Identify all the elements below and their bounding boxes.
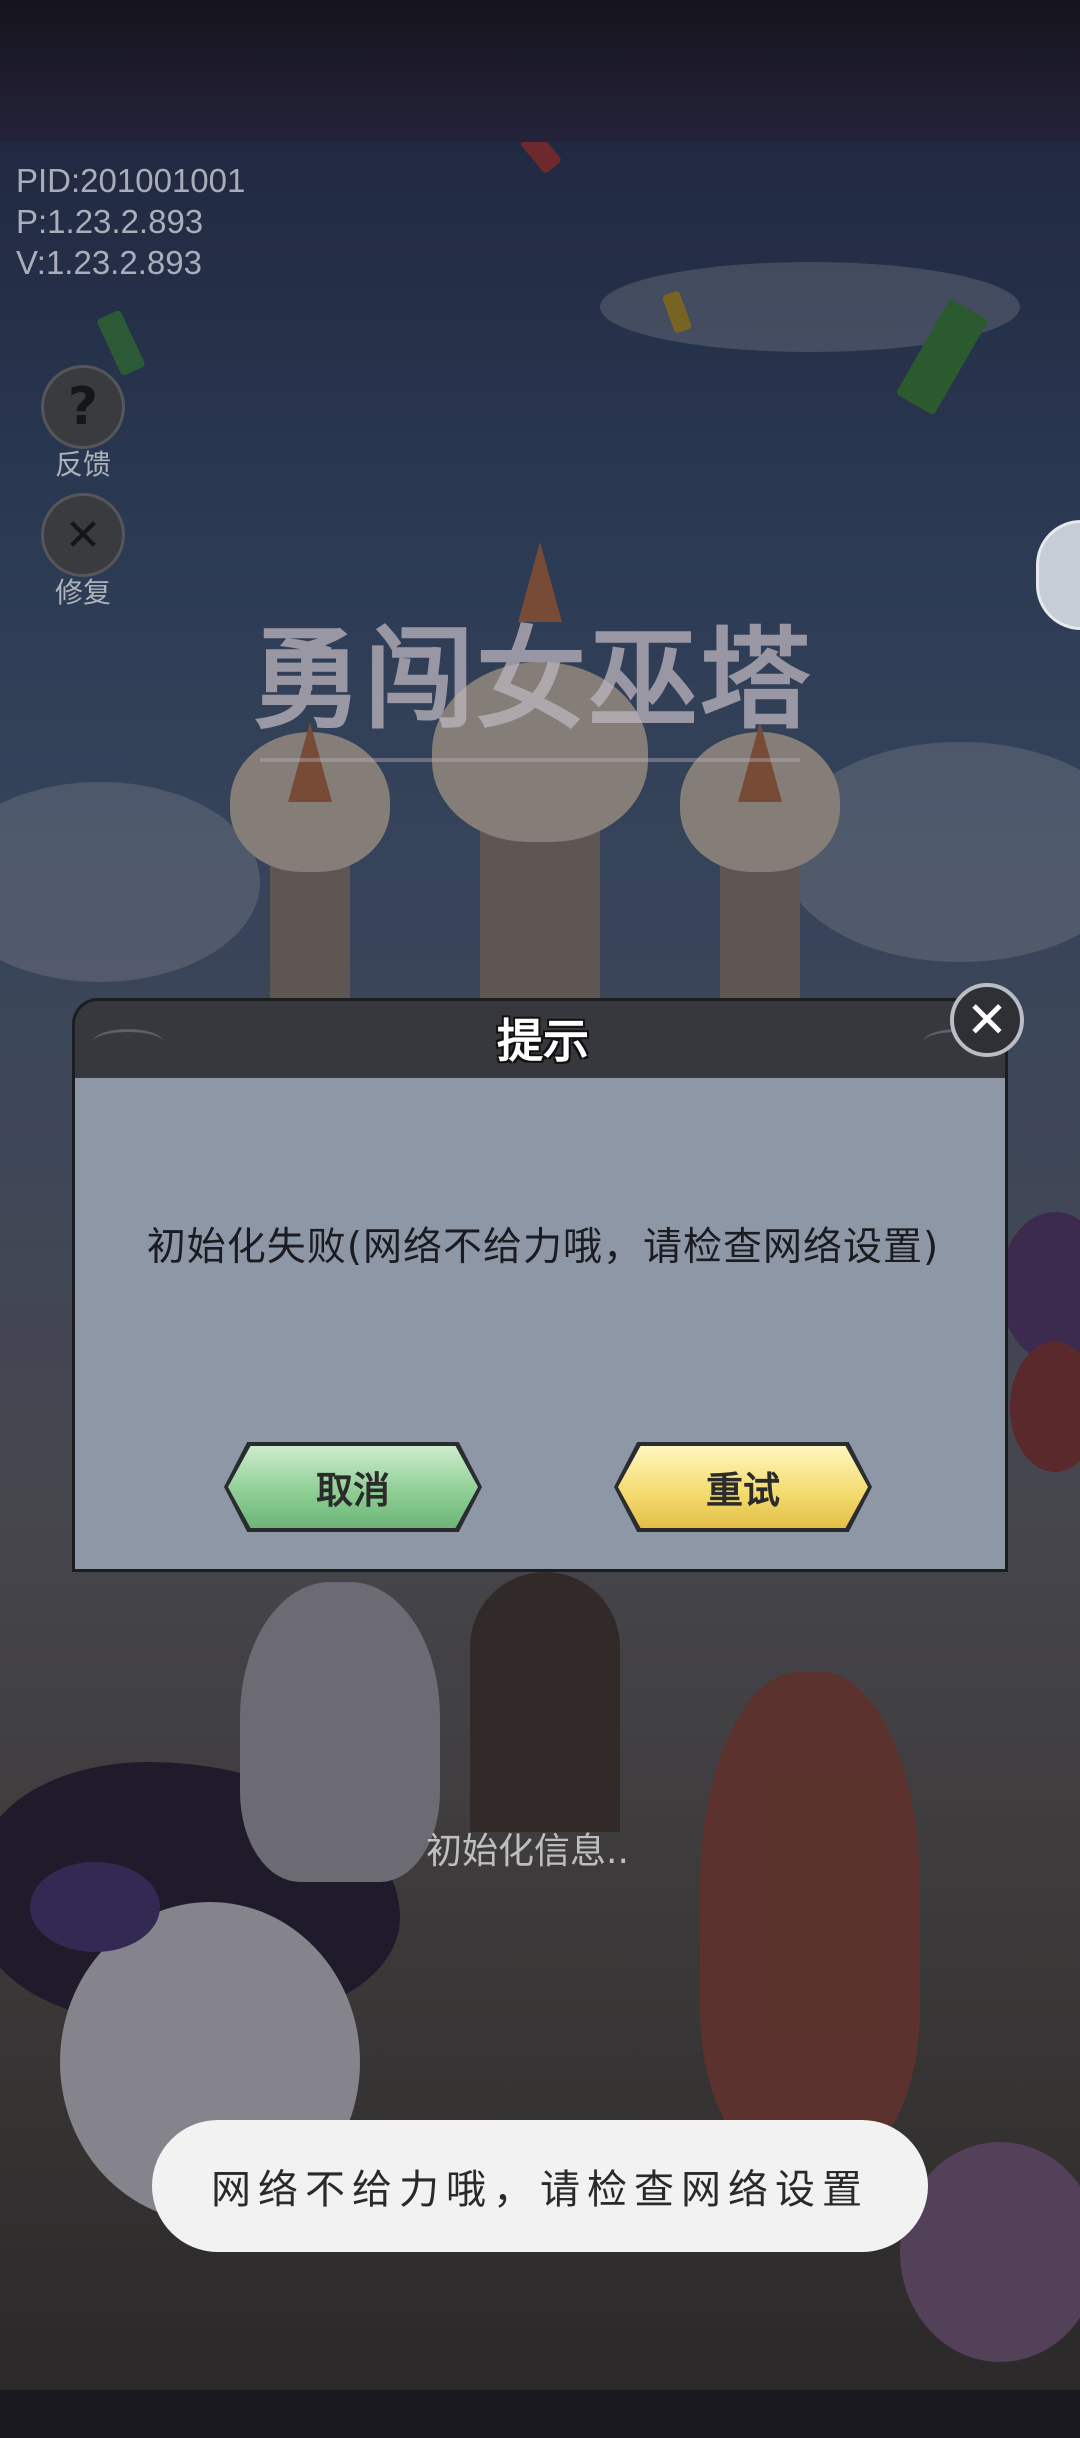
retry-button[interactable]: 重试	[618, 1446, 868, 1528]
dialog-message: 初始化失败(网络不给力哦，请检查网络设置)	[146, 1225, 940, 1270]
close-icon[interactable]: ✕	[950, 983, 1024, 1057]
question-icon: ?	[41, 365, 125, 449]
v-version-text: V:1.23.2.893	[16, 244, 202, 281]
repair-label: 修复	[54, 576, 111, 609]
bottom-nav-band	[0, 2390, 1080, 2438]
pid-text: PID:201001001	[16, 162, 246, 199]
logo-underline	[260, 758, 800, 762]
cancel-button[interactable]: 取消	[228, 1446, 478, 1528]
wrench-icon: ✕	[41, 493, 125, 577]
dialog-title: 提示	[497, 1014, 589, 1068]
top-status-band	[0, 0, 1080, 142]
feedback-button[interactable]: ? 反馈	[38, 365, 128, 483]
network-toast: 网络不给力哦，请检查网络设置	[152, 2120, 928, 2252]
feedback-label: 反馈	[54, 448, 111, 481]
game-logo: 勇闯女巫塔	[252, 615, 812, 744]
dialog-body: 初始化失败(网络不给力哦，请检查网络设置)	[72, 1078, 1008, 1572]
build-info: PID:201001001 P:1.23.2.893 V:1.23.2.893	[16, 160, 245, 283]
repair-button[interactable]: ✕ 修复	[38, 493, 128, 611]
loading-status: 初始化信息..	[426, 1831, 629, 1872]
dialog-header: 提示	[72, 998, 1008, 1078]
p-version-text: P:1.23.2.893	[16, 203, 204, 240]
